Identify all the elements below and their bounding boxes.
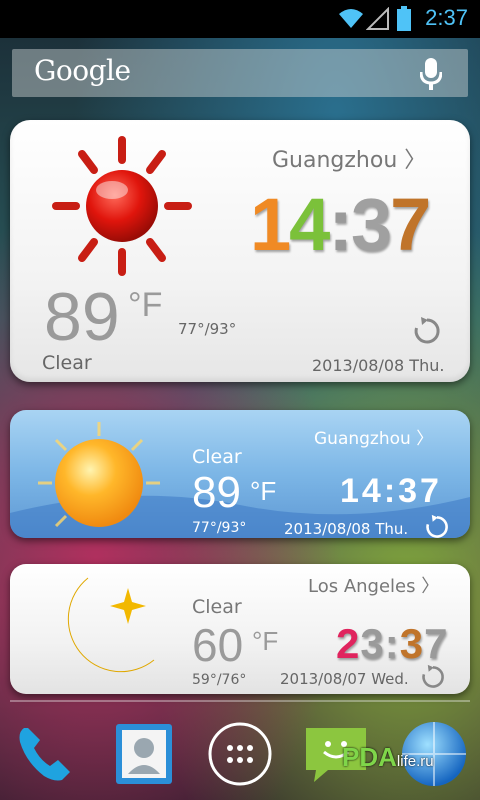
signal-icon — [366, 7, 389, 30]
refresh-icon[interactable] — [420, 664, 446, 690]
temperature-unit: °F — [250, 476, 277, 506]
contacts-icon[interactable] — [108, 718, 180, 790]
clock-display[interactable]: 14:37 — [340, 472, 442, 511]
refresh-icon[interactable] — [412, 316, 442, 346]
watermark-logo: PDAlife.ru — [342, 742, 434, 772]
phone-icon[interactable] — [10, 718, 82, 790]
clock-digit: 7 — [424, 620, 449, 667]
status-bar: 2:37 — [0, 0, 480, 38]
weather-condition: Clear — [192, 446, 242, 468]
temperature-unit: °F — [128, 286, 163, 324]
date-text[interactable]: 2013/08/08 Thu. — [284, 520, 408, 538]
battery-icon — [397, 6, 411, 31]
clock-digit: 3 — [350, 183, 392, 266]
temperature-unit: °F — [252, 626, 279, 656]
clock-display[interactable]: 14:37 — [250, 182, 431, 267]
moon-star-icon — [67, 577, 155, 673]
weather-clock-widget-night[interactable]: Los Angeles 〉 Clear 60 °F 23:37 59°/76° … — [10, 564, 470, 694]
clock-separator: : — [384, 620, 400, 667]
temperature-range: 77°/93° — [192, 520, 247, 536]
city-name[interactable]: Los Angeles 〉 — [308, 572, 439, 598]
clock-display[interactable]: 23:37 — [336, 620, 448, 668]
clock-separator: : — [328, 183, 353, 266]
clock-digit: 4 — [289, 183, 330, 266]
clock-digit: 1 — [250, 183, 291, 266]
clock-digit: 3 — [360, 620, 385, 667]
clock-digit: 3 — [399, 620, 425, 667]
mic-icon[interactable] — [420, 58, 442, 90]
city-name[interactable]: Guangzhou 〉 — [314, 424, 433, 449]
chevron-right-icon[interactable]: 〉 — [421, 576, 439, 597]
weather-clock-widget-large[interactable]: Guangzhou 〉 14:37 89 °F 77°/93° Clear 20… — [10, 120, 470, 382]
dock-divider — [10, 700, 470, 702]
sun-icon — [52, 136, 192, 276]
temperature: 60 — [192, 619, 244, 671]
date-text[interactable]: 2013/08/07 Wed. — [280, 670, 409, 688]
weather-condition: Clear — [192, 596, 242, 618]
temperature: 89 — [192, 468, 241, 517]
temperature-range: 77°/93° — [178, 320, 237, 338]
weather-clock-widget-blue[interactable]: Guangzhou 〉 Clear 89 °F 14:37 77°/93° 20… — [10, 410, 470, 538]
google-search-bar[interactable]: Google — [12, 49, 468, 97]
chevron-right-icon[interactable]: 〉 — [416, 429, 433, 449]
clock-digit: 2 — [336, 620, 361, 667]
weather-condition: Clear — [42, 352, 92, 374]
temperature-range: 59°/76° — [192, 672, 247, 688]
temperature: 89 — [44, 279, 120, 355]
sun-icon — [38, 422, 160, 528]
google-logo[interactable]: Google — [34, 54, 131, 87]
city-name[interactable]: Guangzhou 〉 — [272, 142, 426, 174]
wifi-icon — [339, 9, 363, 28]
date-text[interactable]: 2013/08/08 Thu. — [312, 356, 444, 375]
status-time: 2:37 — [425, 5, 468, 30]
app-drawer-icon[interactable] — [204, 718, 276, 790]
clock-digit: 7 — [390, 183, 431, 266]
chevron-right-icon[interactable]: 〉 — [404, 148, 426, 173]
refresh-icon[interactable] — [424, 514, 450, 538]
